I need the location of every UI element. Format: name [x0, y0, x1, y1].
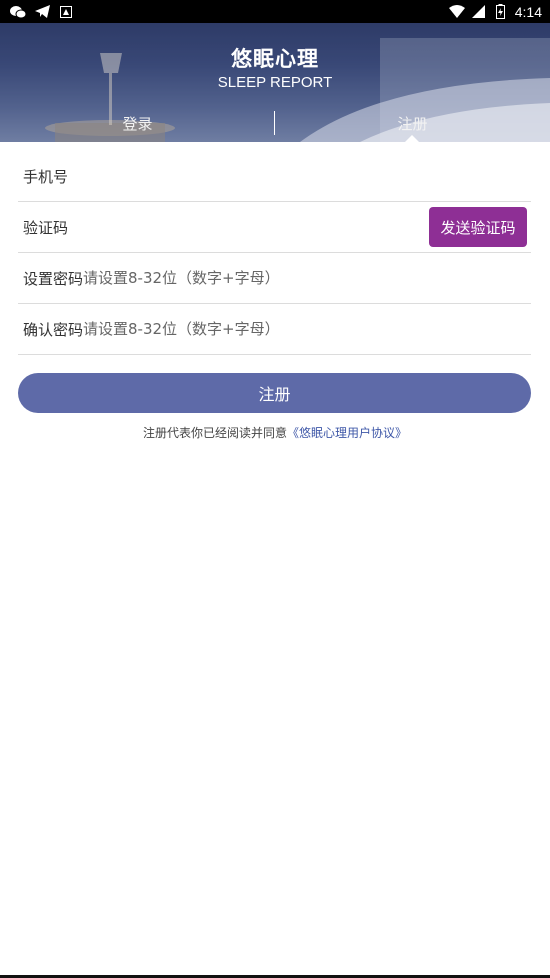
app-notification-icon	[58, 4, 74, 20]
header: 悠眠心理 SLEEP REPORT 登录 注册	[0, 23, 550, 142]
send-code-button[interactable]: 发送验证码	[429, 207, 527, 247]
password-input[interactable]	[83, 269, 531, 287]
confirm-password-label: 确认密码	[23, 320, 84, 339]
wifi-icon	[448, 4, 465, 20]
phone-row[interactable]: 手机号	[18, 151, 531, 202]
app-subtitle: SLEEP REPORT	[217, 74, 333, 91]
status-bar: 4:14	[0, 0, 550, 23]
register-form: 手机号 验证码 发送验证码 设置密码 确认密码	[18, 151, 531, 355]
telegram-icon	[34, 4, 50, 20]
tab-login[interactable]: 登录	[0, 113, 275, 134]
signal-icon	[471, 4, 487, 20]
active-tab-indicator	[405, 135, 419, 142]
confirm-password-row[interactable]: 确认密码	[18, 304, 531, 355]
status-right-icons: 4:14	[448, 3, 542, 20]
status-left-icons	[10, 4, 74, 20]
password-label: 设置密码	[23, 269, 84, 288]
battery-icon	[493, 4, 509, 20]
app-title: 悠眠心理	[231, 47, 319, 71]
code-row[interactable]: 验证码 发送验证码	[18, 202, 531, 253]
verification-code-field[interactable]: 验证码	[23, 217, 68, 238]
status-time: 4:14	[514, 3, 542, 20]
agreement-text: 注册代表你已经阅读并同意《悠眠心理用户协议》	[0, 424, 550, 441]
password-row[interactable]: 设置密码	[18, 253, 531, 304]
user-agreement-link[interactable]: 《悠眠心理用户协议》	[287, 426, 407, 440]
phone-field[interactable]: 手机号	[23, 166, 68, 187]
agreement-prefix: 注册代表你已经阅读并同意	[142, 426, 287, 440]
confirm-password-input[interactable]	[83, 320, 531, 338]
wechat-icon	[10, 4, 26, 20]
tab-register[interactable]: 注册	[275, 113, 550, 134]
register-button[interactable]: 注册	[18, 373, 531, 413]
